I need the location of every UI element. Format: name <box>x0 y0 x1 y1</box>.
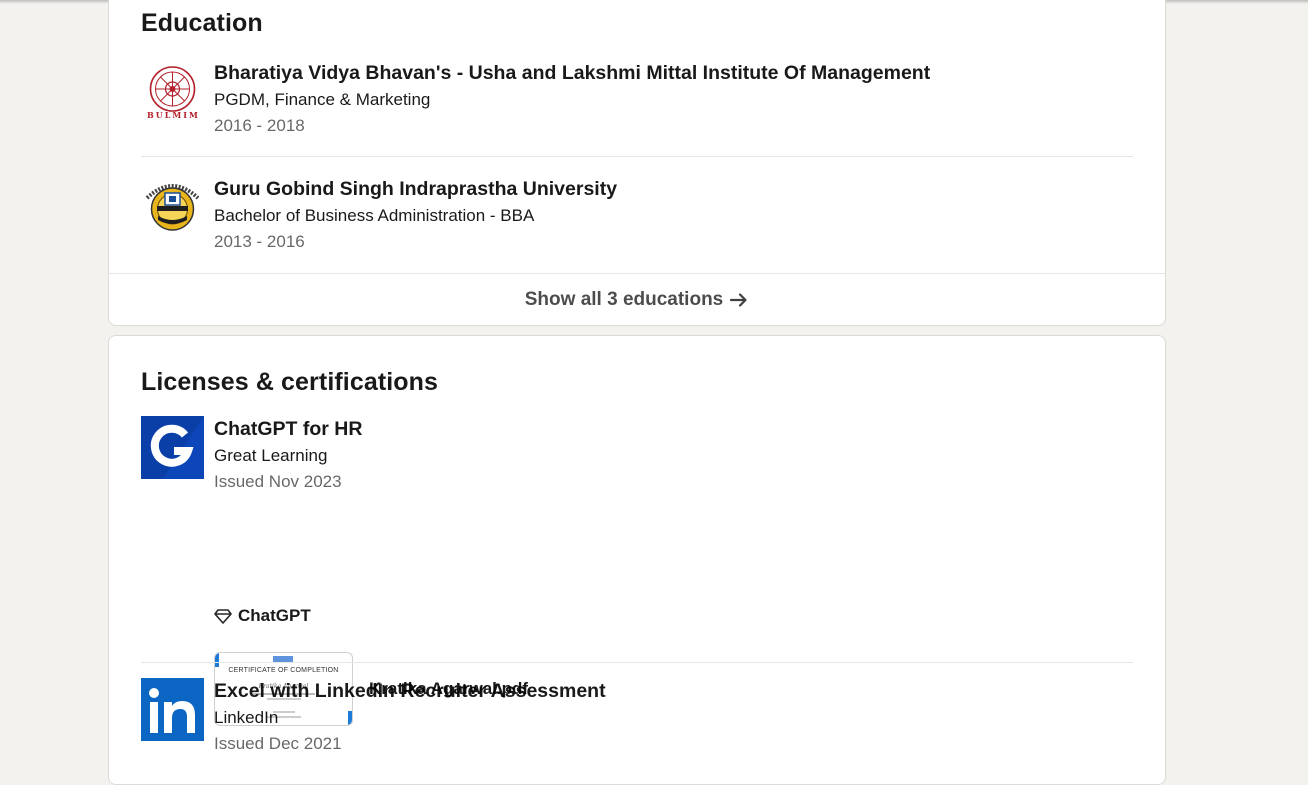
ggsipu-emblem-icon[interactable] <box>141 176 204 239</box>
issuer: LinkedIn <box>214 708 279 727</box>
license-entry[interactable]: ChatGPT for HR Great Learning Issued Nov… <box>141 416 1133 726</box>
great-learning-logo-icon[interactable] <box>141 416 204 479</box>
divider <box>141 156 1133 157</box>
license-info: Excel with LinkedIn Recruiter Assessment… <box>214 678 1133 757</box>
linkedin-logo-icon[interactable] <box>141 678 204 741</box>
show-all-educations-button[interactable]: Show all 3 educations <box>109 275 1165 325</box>
skill-label: ChatGPT <box>238 606 311 625</box>
education-entry[interactable]: BULMIM Bharatiya Vidya Bhavan's - Usha a… <box>141 60 1133 160</box>
education-entry[interactable]: Guru Gobind Singh Indraprastha Universit… <box>141 176 1133 266</box>
diamond-icon <box>214 609 232 624</box>
degree: Bachelor of Business Administration - BB… <box>214 206 535 225</box>
school-name[interactable]: Bharatiya Vidya Bhavan's - Usha and Laks… <box>214 60 1133 86</box>
skill-chip[interactable]: ChatGPT <box>214 606 311 626</box>
thumb-heading: CERTIFICATE OF COMPLETION <box>228 667 339 674</box>
license-info: ChatGPT for HR Great Learning Issued Nov… <box>214 416 1133 495</box>
dates: 2013 - 2016 <box>214 232 305 251</box>
arrow-right-icon <box>730 293 747 307</box>
issue-date: Issued Nov 2023 <box>214 472 342 491</box>
degree: PGDM, Finance & Marketing <box>214 90 431 109</box>
license-entry[interactable]: Excel with LinkedIn Recruiter Assessment… <box>141 678 1133 778</box>
section-title-education: Education <box>141 9 263 37</box>
bulmim-logo-text: BULMIM <box>147 110 200 120</box>
show-all-educations-label: Show all 3 educations <box>524 289 724 310</box>
bulmim-seal-icon[interactable]: BULMIM <box>141 60 204 123</box>
license-name[interactable]: ChatGPT for HR <box>214 416 1133 442</box>
education-info: Bharatiya Vidya Bhavan's - Usha and Laks… <box>214 60 1133 139</box>
education-info: Guru Gobind Singh Indraprastha Universit… <box>214 176 1133 255</box>
dates: 2016 - 2018 <box>214 116 305 135</box>
issue-date: Issued Dec 2021 <box>214 734 342 753</box>
divider <box>109 273 1165 274</box>
licenses-card: Licenses & certifications ChatGPT for HR… <box>108 335 1166 785</box>
section-title-licenses: Licenses & certifications <box>141 368 439 396</box>
school-name[interactable]: Guru Gobind Singh Indraprastha Universit… <box>214 176 1133 202</box>
license-name[interactable]: Excel with LinkedIn Recruiter Assessment <box>214 678 1133 704</box>
issuer: Great Learning <box>214 446 328 465</box>
divider <box>141 662 1133 663</box>
education-card: Education BULMIM Bharatiya Vidya Bhavan'… <box>108 0 1166 326</box>
